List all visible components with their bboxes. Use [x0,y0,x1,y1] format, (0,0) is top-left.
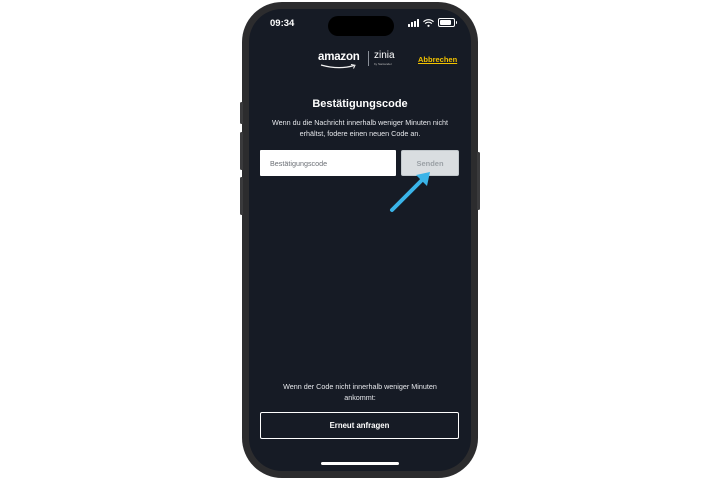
phone-volume-down-button [240,177,243,215]
resend-button[interactable]: Erneut anfragen [260,412,459,439]
home-indicator[interactable] [321,462,399,465]
phone-side-button [240,102,243,124]
phone-frame: 09:34 amazon zinia by Santander Abbreche… [240,2,480,478]
resend-note: Wenn der Code nicht innerhalb weniger Mi… [283,382,437,402]
phone-volume-up-button [240,132,243,170]
phone-power-button [477,152,480,210]
app-screen: 09:34 amazon zinia by Santander Abbreche… [249,9,471,471]
